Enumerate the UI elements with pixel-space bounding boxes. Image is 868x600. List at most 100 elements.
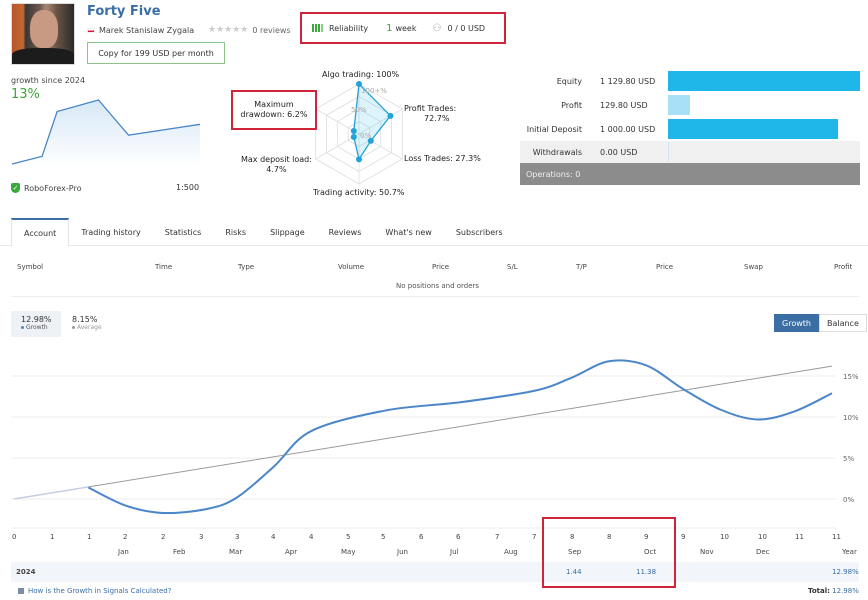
x-tick-label: 7: [532, 533, 537, 541]
tab-subscribers[interactable]: Subscribers: [444, 218, 515, 246]
subscribers-icon: ⚇: [432, 22, 442, 34]
balance-toggle-button[interactable]: Balance: [818, 314, 867, 332]
signal-info-highlight: Reliability 1 week ⚇ 0 / 0 USD: [300, 12, 506, 44]
average-line: [13, 365, 833, 500]
growth-toggle-button[interactable]: Growth: [774, 314, 819, 332]
author-info: Marek Stanislaw Zygala: [87, 26, 194, 35]
tab-reviews[interactable]: Reviews: [317, 218, 374, 246]
x-tick-label: 1: [50, 533, 55, 541]
radar-tick-label: 50%: [351, 106, 367, 114]
column-header: T/P: [576, 263, 587, 271]
initial-deposit-bar: [668, 119, 838, 139]
tab-bar: Account Trading history Statistics Risks Sli…: [11, 218, 515, 246]
month-label: Jun: [397, 548, 408, 556]
x-tick-label: 11: [832, 533, 841, 541]
y-tick-label: 5%: [843, 455, 854, 463]
column-header: Swap: [744, 263, 763, 271]
tab-statistics[interactable]: Statistics: [153, 218, 214, 246]
column-header: Profit: [834, 263, 853, 271]
verified-shield-icon: ✓: [11, 183, 20, 193]
month-label: Mar: [229, 548, 243, 556]
x-tick-label: 0: [12, 533, 17, 541]
x-tick-label: 11: [795, 533, 804, 541]
radar-shape: [353, 82, 392, 162]
profit-bar: [668, 95, 691, 115]
radar-label-load: Max deposit load: 4.7%: [241, 155, 312, 174]
x-tick-label: 6: [419, 533, 424, 541]
help-icon: [18, 588, 24, 594]
withdrawals-row: Withdrawals 0.00 USD: [520, 141, 860, 163]
radar-point: [387, 112, 394, 119]
y-tick-label: 0%: [843, 496, 854, 504]
copy-subscribe-button[interactable]: Copy for 199 USD per month: [87, 42, 225, 64]
growth-since-label: growth since 2024: [11, 76, 86, 85]
x-tick-label: 5: [381, 533, 386, 541]
initial-deposit-row: Initial Deposit 1 000.00 USD: [520, 117, 860, 141]
y-tick-label: 10%: [843, 414, 859, 422]
total-growth: Total: 12.98%: [808, 587, 859, 595]
broker-info[interactable]: ✓ RoboForex-Pro: [11, 183, 81, 193]
tab-risks[interactable]: Risks: [213, 218, 258, 246]
month-label: Feb: [173, 548, 186, 556]
month-label: May: [341, 548, 356, 556]
column-header: Price: [656, 263, 674, 271]
star-rating-icon: ★★★★★: [208, 25, 249, 35]
x-tick-label: 9: [681, 533, 686, 541]
x-tick-label: 5: [346, 533, 351, 541]
average-line-start: [13, 486, 89, 500]
sep-oct-highlight: [542, 517, 676, 588]
profit-row: Profit 129.80 USD: [520, 93, 860, 117]
legend-average[interactable]: 8.15% Average: [72, 311, 102, 331]
x-tick-label: 6: [456, 533, 461, 541]
column-header: Type: [238, 263, 255, 271]
author-avatar[interactable]: [11, 3, 75, 65]
author-name[interactable]: Marek Stanislaw Zygala: [99, 26, 194, 35]
subscribers-funds: 0 / 0 USD: [447, 23, 486, 33]
table-divider: [11, 296, 859, 297]
legend-growth[interactable]: 12.98% Growth: [11, 311, 61, 337]
cell-year: 12.98%: [832, 568, 859, 576]
radar-label-loss: Loss Trades: 27.3%: [404, 154, 481, 163]
column-header: Price: [432, 263, 450, 271]
radar-label-profit: Profit Trades: 72.7%: [404, 104, 457, 123]
growth-help-link[interactable]: How is the Growth in Signals Calculated?: [18, 587, 171, 595]
signal-age: 1 week: [386, 22, 417, 34]
x-tick-label: 10: [758, 533, 767, 541]
radar-label-drawdown: Maximum drawdown: 6.2%: [240, 100, 308, 119]
avatar-shirt: [12, 48, 74, 64]
radar-tick-label: 100+%: [361, 87, 387, 95]
reviews-count: 0 reviews: [252, 25, 291, 35]
rating[interactable]: ★★★★★ 0 reviews: [208, 25, 291, 35]
x-tick-label: 2: [161, 533, 166, 541]
signal-title[interactable]: Forty Five: [87, 4, 161, 19]
mini-growth-chart: [11, 99, 201, 168]
month-label: Year: [842, 548, 857, 556]
column-header: Volume: [338, 263, 365, 271]
radar-tick-label: 0%: [360, 132, 371, 140]
x-tick-label: 3: [199, 533, 204, 541]
equity-row: Equity 1 129.80 USD: [520, 69, 860, 93]
equity-bar: [668, 71, 860, 91]
month-label: Dec: [756, 548, 770, 556]
month-label: Jan: [118, 548, 129, 556]
tab-trading-history[interactable]: Trading history: [69, 218, 152, 246]
radar-point: [350, 128, 357, 134]
column-header: Symbol: [17, 263, 44, 271]
x-tick-label: 1: [87, 533, 92, 541]
no-positions-message: No positions and orders: [396, 282, 480, 290]
tab-account[interactable]: Account: [11, 218, 70, 246]
tab-slippage[interactable]: Slippage: [258, 218, 317, 246]
month-label: Nov: [700, 548, 714, 556]
column-header: Time: [155, 263, 173, 271]
growth-line: [87, 359, 833, 515]
x-tick-label: 2: [123, 533, 128, 541]
radar-label-algo: Algo trading: 100%: [322, 70, 400, 79]
reliability-label: Reliability: [329, 23, 369, 33]
tab-what-s-new[interactable]: What's new: [373, 218, 443, 246]
operations-bar: Operations: 0: [520, 163, 860, 185]
radar-point: [350, 134, 357, 140]
month-label: Jul: [450, 548, 459, 556]
growth-chart: 0% 5% 10% 15%: [11, 359, 859, 529]
x-tick-label: 4: [309, 533, 314, 541]
poland-flag-icon: [87, 28, 95, 33]
